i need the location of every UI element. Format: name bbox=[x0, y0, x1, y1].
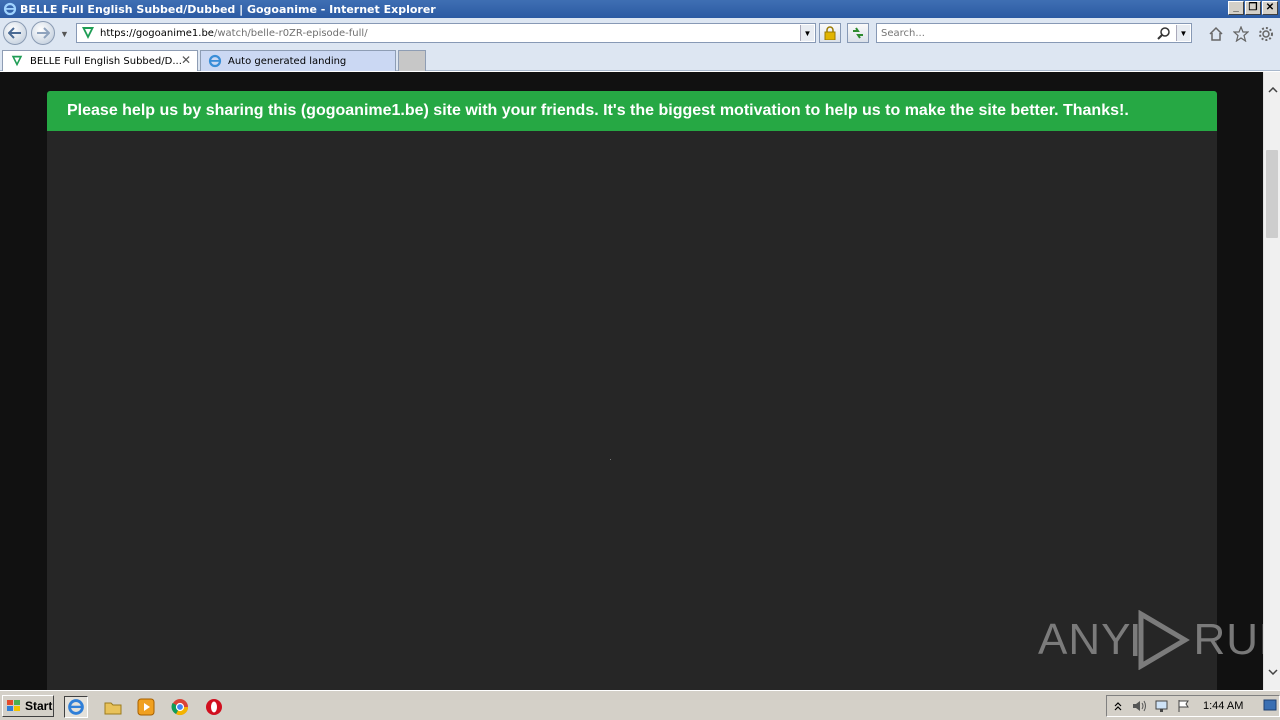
search-icon[interactable] bbox=[1157, 26, 1171, 43]
system-tray: 1:44 AM bbox=[1106, 695, 1280, 717]
watermark-right-text: RUN bbox=[1193, 615, 1263, 664]
tab-label: Auto generated landing bbox=[228, 55, 347, 67]
video-player[interactable] bbox=[47, 131, 1217, 690]
gogoanime-site-icon bbox=[80, 25, 96, 41]
restore-button[interactable]: ❐ bbox=[1245, 1, 1261, 15]
chrome-icon[interactable] bbox=[168, 696, 192, 718]
back-arrow-icon bbox=[8, 27, 21, 39]
windows-logo-icon bbox=[7, 700, 20, 711]
window-controls: _ ❐ ✕ bbox=[1228, 1, 1278, 15]
tab-belle[interactable]: BELLE Full English Subbed/D... ✕ bbox=[2, 50, 198, 71]
close-tab-icon[interactable]: ✕ bbox=[181, 53, 191, 67]
volume-icon[interactable] bbox=[1129, 697, 1151, 715]
address-bar[interactable]: https://gogoanime1.be/watch/belle-r0ZR-e… bbox=[76, 23, 816, 43]
search-input[interactable] bbox=[881, 27, 1151, 39]
start-button[interactable]: Start bbox=[2, 695, 54, 717]
forward-arrow-icon bbox=[37, 27, 50, 39]
ie-icon bbox=[2, 1, 18, 17]
forward-button[interactable] bbox=[31, 21, 55, 45]
url-host: https://gogoanime1.be bbox=[100, 27, 214, 39]
search-dropdown-icon[interactable]: ▼ bbox=[1176, 25, 1190, 41]
ie-icon bbox=[207, 53, 223, 69]
scroll-down-arrow-icon[interactable] bbox=[1264, 664, 1280, 680]
tray-expand-icon[interactable] bbox=[1107, 697, 1129, 715]
anyrun-watermark: ANY RUN bbox=[1038, 610, 1263, 670]
share-banner: Please help us by sharing this (gogoanim… bbox=[47, 91, 1217, 131]
gogoanime-icon bbox=[9, 53, 25, 69]
refresh-icon bbox=[853, 27, 863, 39]
window-title: BELLE Full English Subbed/Dubbed | Gogoa… bbox=[20, 2, 436, 16]
internet-explorer-icon[interactable] bbox=[64, 696, 88, 718]
play-logo-icon bbox=[1133, 610, 1191, 670]
media-player-icon[interactable] bbox=[134, 696, 158, 718]
address-dropdown-icon[interactable]: ▼ bbox=[800, 25, 814, 41]
opera-icon[interactable] bbox=[202, 696, 226, 718]
recent-pages-dropdown-icon[interactable]: ▼ bbox=[60, 29, 69, 39]
navigation-bar: ▼ https://gogoanime1.be/watch/belle-r0ZR… bbox=[0, 18, 1280, 48]
new-tab-button[interactable] bbox=[398, 50, 426, 71]
lock-icon bbox=[824, 26, 836, 40]
taskbar: Start 1:44 AM bbox=[0, 690, 1280, 720]
loading-indicator bbox=[610, 459, 611, 460]
page-content: Please help us by sharing this (gogoanim… bbox=[0, 72, 1263, 690]
back-button[interactable] bbox=[3, 21, 27, 45]
tab-label: BELLE Full English Subbed/D... bbox=[30, 55, 182, 67]
search-box[interactable]: ▼ bbox=[876, 23, 1192, 43]
gear-icon[interactable] bbox=[1257, 25, 1274, 42]
scroll-up-arrow-icon[interactable] bbox=[1264, 82, 1280, 98]
refresh-button[interactable] bbox=[847, 23, 869, 43]
show-desktop-icon[interactable] bbox=[1263, 698, 1277, 717]
url-text[interactable]: https://gogoanime1.be/watch/belle-r0ZR-e… bbox=[100, 28, 368, 39]
tab-bar: BELLE Full English Subbed/D... ✕ Auto ge… bbox=[0, 48, 1280, 71]
home-icon[interactable] bbox=[1207, 25, 1224, 42]
network-icon[interactable] bbox=[1151, 697, 1173, 715]
vertical-scrollbar[interactable] bbox=[1263, 72, 1280, 690]
explorer-folder-icon[interactable] bbox=[101, 696, 125, 718]
watermark-left-text: ANY bbox=[1038, 615, 1132, 664]
scrollbar-thumb[interactable] bbox=[1266, 150, 1278, 238]
minimize-button[interactable]: _ bbox=[1228, 1, 1244, 15]
action-center-flag-icon[interactable] bbox=[1173, 697, 1195, 715]
browser-toolbar-icons bbox=[1207, 25, 1274, 42]
security-lock-button[interactable] bbox=[819, 23, 841, 43]
favorites-star-icon[interactable] bbox=[1232, 25, 1249, 42]
clock[interactable]: 1:44 AM bbox=[1203, 700, 1243, 712]
start-label: Start bbox=[25, 699, 53, 713]
tab-auto-generated-landing[interactable]: Auto generated landing bbox=[200, 50, 396, 71]
url-path: /watch/belle-r0ZR-episode-full/ bbox=[213, 27, 368, 39]
close-window-button[interactable]: ✕ bbox=[1262, 1, 1278, 15]
window-titlebar: BELLE Full English Subbed/Dubbed | Gogoa… bbox=[0, 0, 1280, 18]
